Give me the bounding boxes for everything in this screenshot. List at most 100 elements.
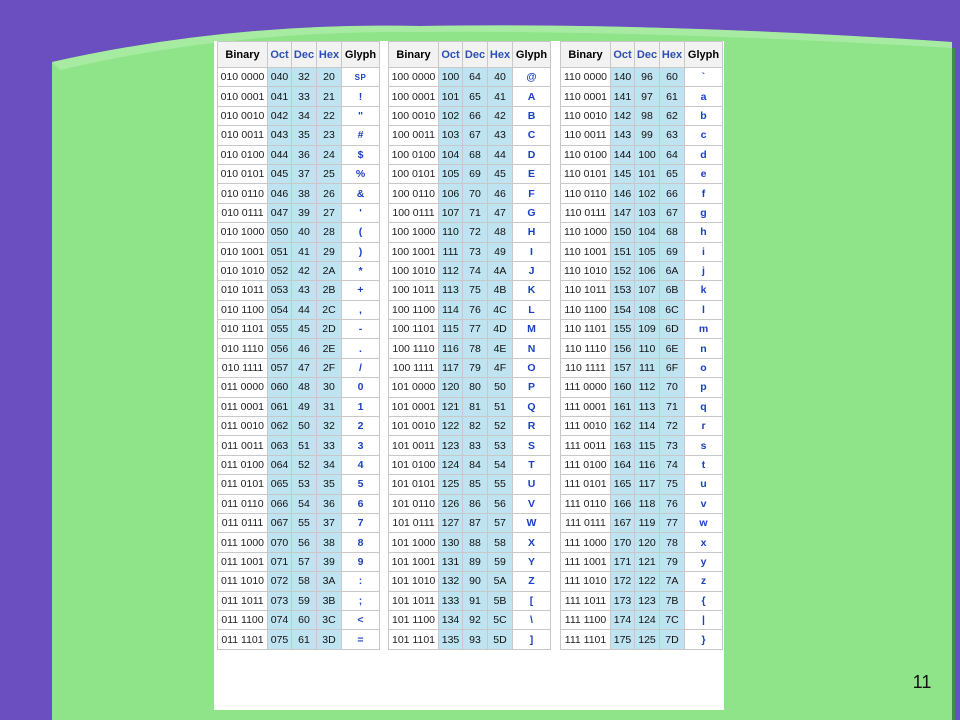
cell-glyph: 2 bbox=[341, 416, 380, 437]
cell-dec: 78 bbox=[462, 338, 488, 359]
table-row: 100 0001 101 65 41 A bbox=[388, 86, 551, 107]
cell-hex: 77 bbox=[659, 512, 685, 534]
cell-oct: 102 bbox=[438, 105, 463, 127]
cell-oct: 140 bbox=[610, 66, 635, 88]
cell-dec: 107 bbox=[634, 280, 660, 301]
cell-oct: 165 bbox=[610, 474, 635, 495]
cell-hex: 33 bbox=[316, 435, 342, 456]
cell-hex: 6E bbox=[659, 338, 685, 359]
cell-hex: 3B bbox=[316, 590, 342, 611]
table-row: 110 0110 146 102 66 f bbox=[560, 183, 723, 204]
table-row: 110 1110 156 110 6E n bbox=[560, 338, 723, 359]
cell-dec: 77 bbox=[462, 319, 488, 340]
cell-glyph: M bbox=[512, 319, 551, 340]
table-row: 111 1101 175 125 7D} bbox=[560, 629, 723, 650]
table-row: 010 1001 051 41 29) bbox=[217, 241, 380, 262]
table-row: 011 1101 075 61 3D = bbox=[217, 629, 380, 650]
cell-oct: 115 bbox=[438, 319, 463, 340]
cell-glyph: j bbox=[684, 260, 723, 282]
cell-hex: 72 bbox=[659, 416, 685, 437]
cell-oct: 051 bbox=[267, 241, 292, 262]
cell-oct: 122 bbox=[438, 416, 463, 437]
cell-dec: 42 bbox=[291, 260, 317, 282]
cell-oct: 144 bbox=[610, 144, 635, 165]
cell-hex: 40 bbox=[487, 66, 513, 88]
column-header-hex: Hex bbox=[659, 41, 685, 68]
cell-oct: 061 bbox=[267, 396, 292, 418]
cell-hex: 4F bbox=[487, 357, 513, 379]
cell-oct: 167 bbox=[610, 512, 635, 534]
table-row: 100 1111 117 79 4F O bbox=[388, 357, 551, 379]
table-row: 010 0110 046 38 26 & bbox=[217, 183, 380, 204]
cell-dec: 109 bbox=[634, 319, 660, 340]
table-row: 010 1111 057 47 2F / bbox=[217, 357, 380, 379]
cell-glyph: @ bbox=[512, 66, 551, 88]
cell-glyph: p bbox=[684, 377, 723, 398]
cell-glyph: W bbox=[512, 512, 551, 534]
table-row: 100 1010 112 74 4A J bbox=[388, 260, 551, 282]
cell-dec: 72 bbox=[462, 222, 488, 243]
table-row: 101 0111 127 87 57 W bbox=[388, 512, 551, 534]
cell-dec: 51 bbox=[291, 435, 317, 456]
table-row: 111 0000 160 112 70 p bbox=[560, 377, 723, 398]
cell-dec: 121 bbox=[634, 551, 660, 573]
cell-oct: 111 bbox=[438, 241, 463, 262]
cell-hex: 42 bbox=[487, 105, 513, 127]
cell-bin: 110 1001 bbox=[560, 241, 611, 262]
cell-oct: 147 bbox=[610, 202, 635, 224]
cell-bin: 011 1001 bbox=[217, 551, 268, 573]
table-row: 101 1000 130 88 58 X bbox=[388, 532, 551, 553]
cell-hex: 60 bbox=[659, 66, 685, 88]
cell-hex: 36 bbox=[316, 493, 342, 514]
cell-glyph: y bbox=[684, 551, 723, 573]
column-header-glyph: Glyph bbox=[341, 41, 380, 68]
cell-bin: 100 1011 bbox=[388, 280, 439, 301]
cell-oct: 100 bbox=[438, 66, 463, 88]
cell-bin: 101 1001 bbox=[388, 551, 439, 573]
cell-bin: 110 1010 bbox=[560, 260, 611, 282]
cell-hex: 23 bbox=[316, 125, 342, 146]
table-row: 100 0111 107 71 47 G bbox=[388, 202, 551, 224]
cell-dec: 76 bbox=[462, 299, 488, 321]
cell-hex: 75 bbox=[659, 474, 685, 495]
cell-oct: 066 bbox=[267, 493, 292, 514]
cell-bin: 110 0111 bbox=[560, 202, 611, 224]
cell-dec: 57 bbox=[291, 551, 317, 573]
cell-glyph: % bbox=[341, 163, 380, 185]
cell-dec: 73 bbox=[462, 241, 488, 262]
cell-bin: 011 0111 bbox=[217, 512, 268, 534]
cell-oct: 117 bbox=[438, 357, 463, 379]
cell-bin: 011 0001 bbox=[217, 396, 268, 418]
cell-bin: 110 0110 bbox=[560, 183, 611, 204]
cell-oct: 152 bbox=[610, 260, 635, 282]
cell-oct: 131 bbox=[438, 551, 463, 573]
cell-dec: 120 bbox=[634, 532, 660, 553]
cell-oct: 054 bbox=[267, 299, 292, 321]
cell-hex: 2D bbox=[316, 319, 342, 340]
cell-oct: 101 bbox=[438, 86, 463, 107]
table-row: 100 1100 114 76 4C L bbox=[388, 299, 551, 321]
ascii-table-2: Binary Oct Dec Hex Glyph 100 0000 100 64 40 @100… bbox=[388, 41, 551, 650]
cell-bin: 010 1101 bbox=[217, 319, 268, 340]
cell-hex: 30 bbox=[316, 377, 342, 398]
cell-oct: 163 bbox=[610, 435, 635, 456]
cell-hex: 79 bbox=[659, 551, 685, 573]
table-row: 010 1000 050 40 28( bbox=[217, 222, 380, 243]
cell-glyph: F bbox=[512, 183, 551, 204]
cell-glyph: SP bbox=[341, 66, 380, 88]
cell-hex: 62 bbox=[659, 105, 685, 127]
cell-glyph: 4 bbox=[341, 454, 380, 476]
table-row: 100 1000 110 72 48 H bbox=[388, 222, 551, 243]
cell-dec: 67 bbox=[462, 125, 488, 146]
table-row: 110 0111 147 103 67 g bbox=[560, 202, 723, 224]
cell-dec: 124 bbox=[634, 609, 660, 631]
cell-bin: 101 1010 bbox=[388, 571, 439, 592]
cell-dec: 111 bbox=[634, 357, 660, 379]
cell-oct: 171 bbox=[610, 551, 635, 573]
cell-glyph: ` bbox=[684, 66, 723, 88]
table-row: 110 1101 155 109 6D m bbox=[560, 319, 723, 340]
cell-bin: 010 1000 bbox=[217, 222, 268, 243]
cell-bin: 100 0100 bbox=[388, 144, 439, 165]
cell-dec: 103 bbox=[634, 202, 660, 224]
cell-dec: 90 bbox=[462, 571, 488, 592]
